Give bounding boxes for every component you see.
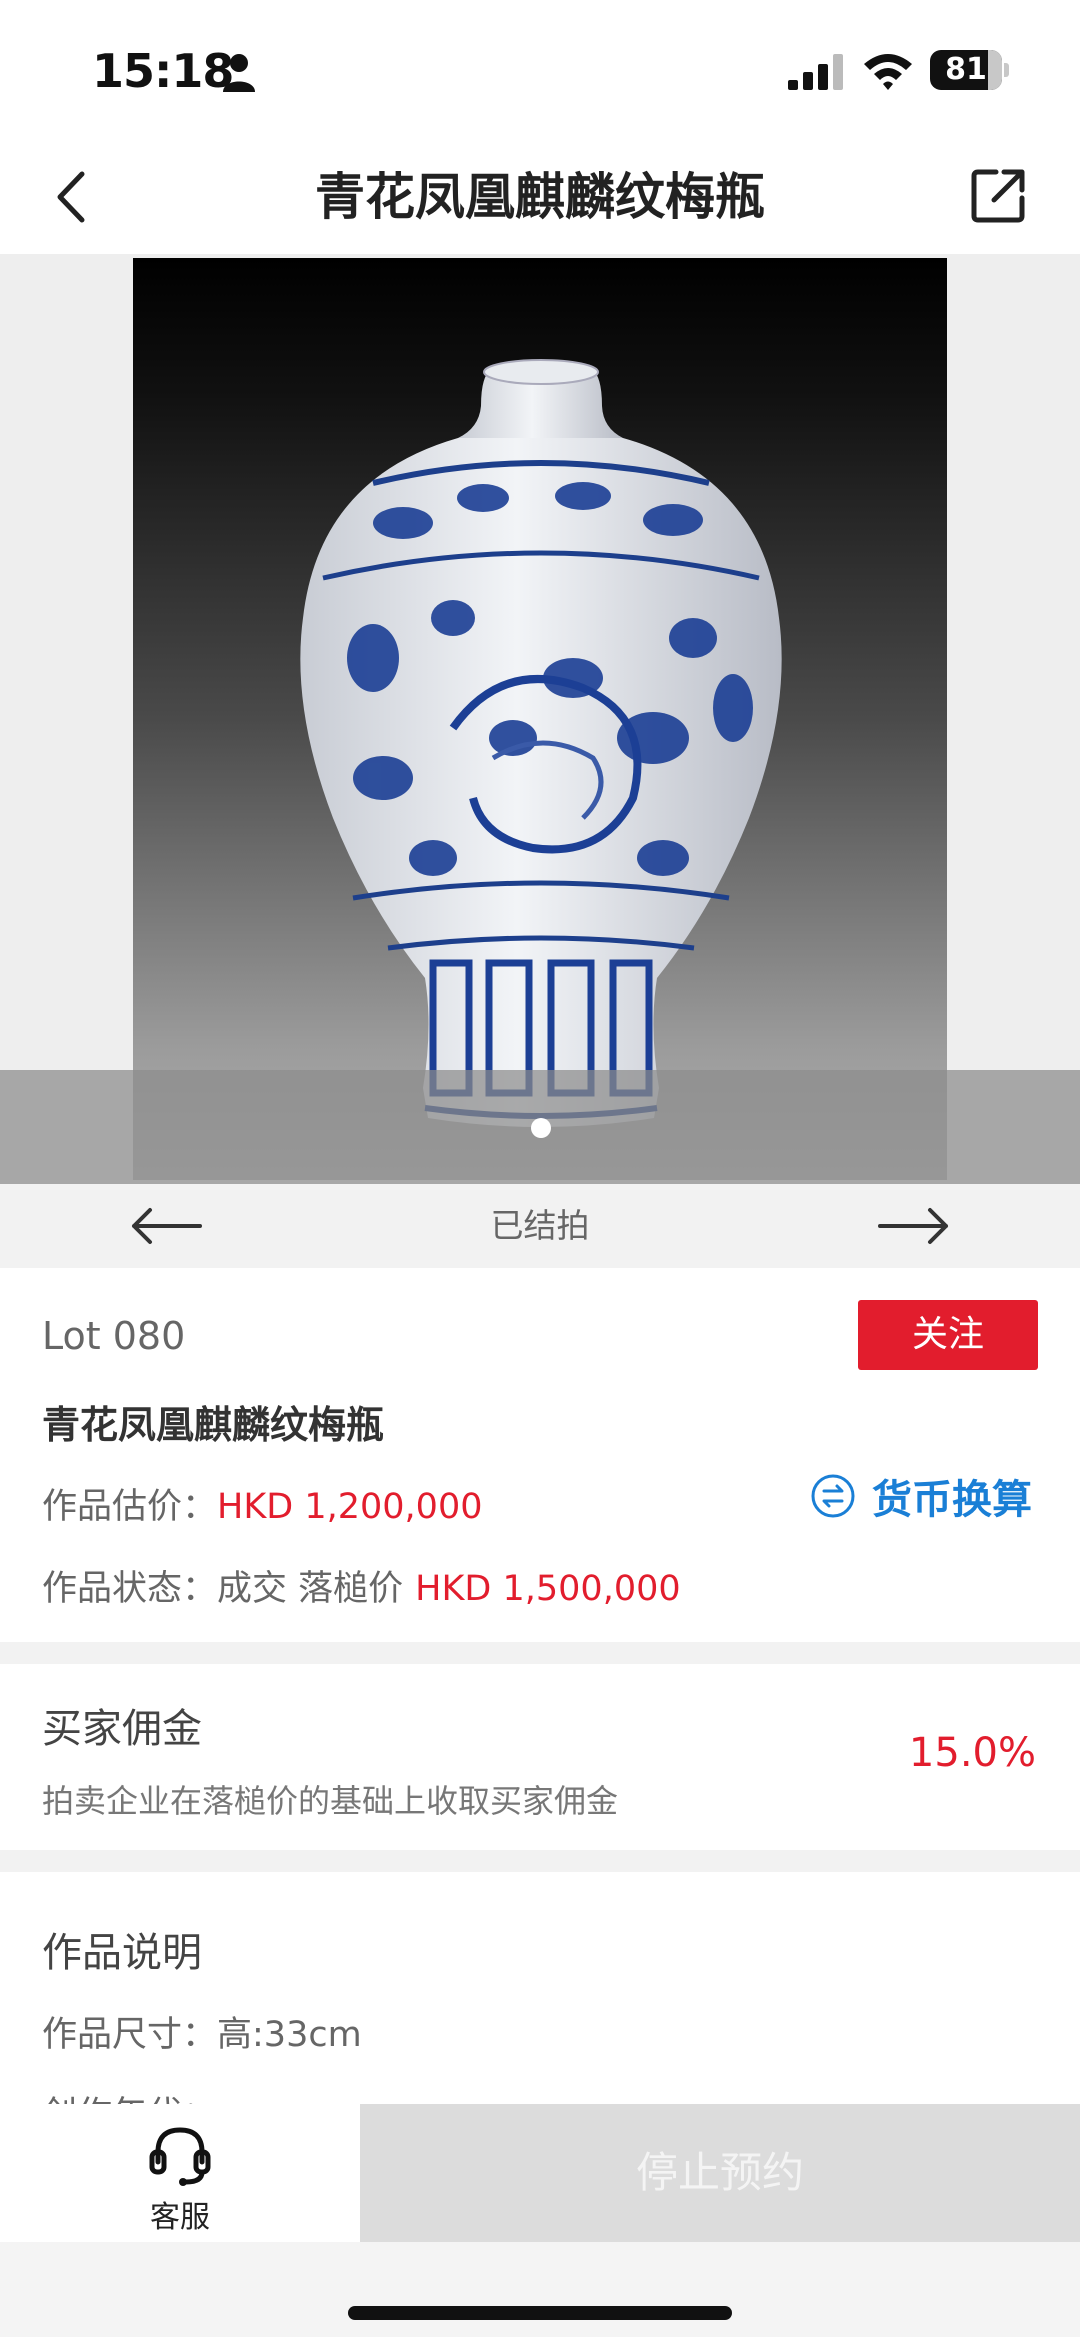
lot-number: Lot 080 [42, 1314, 186, 1358]
lot-pager: 已结拍 [0, 1184, 1080, 1268]
status-bar: 15:18 81 [0, 0, 1080, 140]
status-value: 成交 落槌价 [217, 1569, 404, 1609]
vase-image [300, 359, 782, 1127]
estimate-row: 作品估价：HKD 1,200,000 [42, 1478, 483, 1529]
currency-convert-button[interactable]: 货币换算 [810, 1466, 1032, 1526]
battery-icon: 81 [930, 50, 1009, 90]
status-label: 作品状态： [42, 1569, 218, 1609]
follow-button[interactable]: 关注 [858, 1300, 1038, 1370]
status-time: 15:18 [92, 44, 234, 98]
lot-title: 青花凤凰麒麟纹梅瓶 [42, 1403, 385, 1447]
home-indicator-area [0, 2242, 1080, 2337]
next-lot-arrow-icon[interactable] [878, 1204, 950, 1248]
page-title: 青花凤凰麒麟纹梅瓶 [315, 168, 765, 226]
battery-empty-portion [988, 50, 1002, 90]
buyer-commission-card: 买家佣金 拍卖企业在落槌价的基础上收取买家佣金 15.0% [0, 1664, 1080, 1850]
bottom-action-bar: 客服 停止预约 [0, 2104, 1080, 2242]
headset-icon [149, 2127, 211, 2186]
image-gallery[interactable] [0, 254, 1080, 1184]
nav-bar: 青花凤凰麒麟纹梅瓶 [0, 140, 1080, 254]
lot-photo[interactable] [133, 258, 947, 1180]
customer-service-button[interactable]: 客服 [0, 2104, 360, 2242]
wifi-icon [864, 54, 912, 90]
person-icon [223, 54, 255, 92]
commission-description: 拍卖企业在落槌价的基础上收取买家佣金 [42, 1782, 619, 1820]
hammer-price: HKD 1,500,000 [415, 1569, 681, 1609]
share-icon[interactable] [968, 164, 1030, 226]
previous-lot-arrow-icon[interactable] [130, 1204, 202, 1248]
size-row: 作品尺寸：高:33cm [42, 2006, 362, 2057]
customer-service-label: 客服 [150, 2200, 210, 2235]
lot-info-card: Lot 080 关注 青花凤凰麒麟纹梅瓶 作品估价：HKD 1,200,000 … [0, 1268, 1080, 1642]
size-label: 作品尺寸： [42, 2015, 218, 2055]
home-indicator[interactable] [348, 2306, 732, 2320]
auction-status: 已结拍 [490, 1206, 590, 1245]
page-indicator-dot [531, 1118, 551, 1138]
stop-reservation-button[interactable]: 停止预约 [360, 2104, 1080, 2242]
commission-rate: 15.0% [908, 1730, 1036, 1776]
commission-title: 买家佣金 [42, 1706, 202, 1752]
back-icon[interactable] [48, 162, 96, 232]
status-row: 作品状态：成交 落槌价 HKD 1,500,000 [42, 1560, 681, 1611]
section-divider [0, 1850, 1080, 1872]
size-value: 高:33cm [217, 2015, 362, 2055]
signal-icon [788, 54, 843, 90]
battery-level: 81 [945, 52, 987, 87]
currency-exchange-icon [811, 1474, 855, 1518]
description-title: 作品说明 [42, 1930, 202, 1976]
currency-convert-label: 货币换算 [872, 1477, 1032, 1523]
estimate-label: 作品估价： [42, 1487, 218, 1527]
estimate-value: HKD 1,200,000 [217, 1487, 483, 1527]
section-divider [0, 1642, 1080, 1664]
